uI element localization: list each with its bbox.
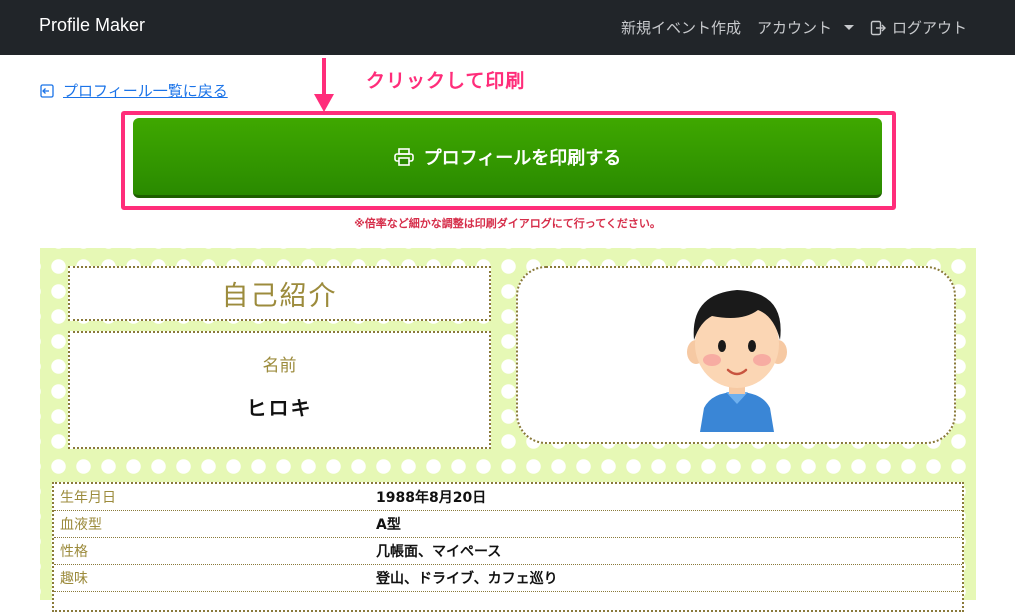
back-to-list-link[interactable]: プロフィール一覧に戻る: [39, 80, 228, 101]
profile-title: 自己紹介: [68, 266, 491, 321]
new-event-label: 新規イベント作成: [620, 19, 741, 37]
name-value: ヒロキ: [246, 396, 313, 420]
logout-label: ログアウト: [891, 19, 967, 37]
logout-link[interactable]: ログアウト: [870, 17, 967, 38]
back-link-label: プロフィール一覧に戻る: [63, 82, 228, 100]
profile-table: 生年月日 1988年8月20日 血液型 A型 性格 几帳面、マイペース 趣味 登…: [52, 482, 964, 612]
account-dropdown[interactable]: アカウント: [757, 17, 854, 38]
account-label: アカウント: [756, 19, 832, 37]
photo-box: [516, 266, 956, 444]
row-label: 趣味: [60, 571, 88, 587]
print-button-label: プロフィールを印刷する: [423, 147, 622, 169]
navbar: Profile Maker 新規イベント作成 アカウント ログアウト: [0, 0, 1015, 55]
annotation-text: クリックして印刷: [366, 70, 526, 92]
printer-icon: [393, 147, 414, 166]
row-value: 登山、ドライブ、カフェ巡り: [376, 571, 558, 587]
name-box: 名前 ヒロキ: [68, 331, 491, 449]
row-label: 生年月日: [60, 490, 116, 506]
new-event-link[interactable]: 新規イベント作成: [621, 17, 741, 38]
profile-card: 自己紹介 名前 ヒロキ 生年月日 1988年8月20日 血液型 A型 性格 几帳…: [40, 248, 976, 612]
avatar: [687, 290, 787, 432]
nav-right: 新規イベント作成 アカウント ログアウト: [621, 0, 967, 55]
brand-logo[interactable]: Profile Maker: [39, 15, 145, 36]
row-value: A型: [376, 517, 401, 533]
print-profile-button[interactable]: プロフィールを印刷する: [133, 118, 882, 198]
back-arrow-icon: [40, 83, 54, 98]
row-value: 几帳面、マイペース: [376, 544, 502, 560]
name-label: 名前: [262, 356, 297, 376]
table-row: 血液型 A型: [54, 511, 962, 538]
print-note: ※倍率など細かな調整は印刷ダイアログにて行ってください。: [354, 217, 661, 230]
table-row: 趣味 登山、ドライブ、カフェ巡り: [54, 565, 962, 592]
logout-icon: [870, 20, 886, 35]
caret-down-icon: [843, 25, 854, 30]
table-row: 性格 几帳面、マイペース: [54, 538, 962, 565]
row-value: 1988年8月20日: [376, 490, 487, 506]
row-label: 血液型: [60, 517, 102, 533]
table-row: 生年月日 1988年8月20日: [54, 484, 962, 511]
annotation-down-arrow-icon: [314, 58, 334, 112]
row-label: 性格: [60, 544, 88, 560]
